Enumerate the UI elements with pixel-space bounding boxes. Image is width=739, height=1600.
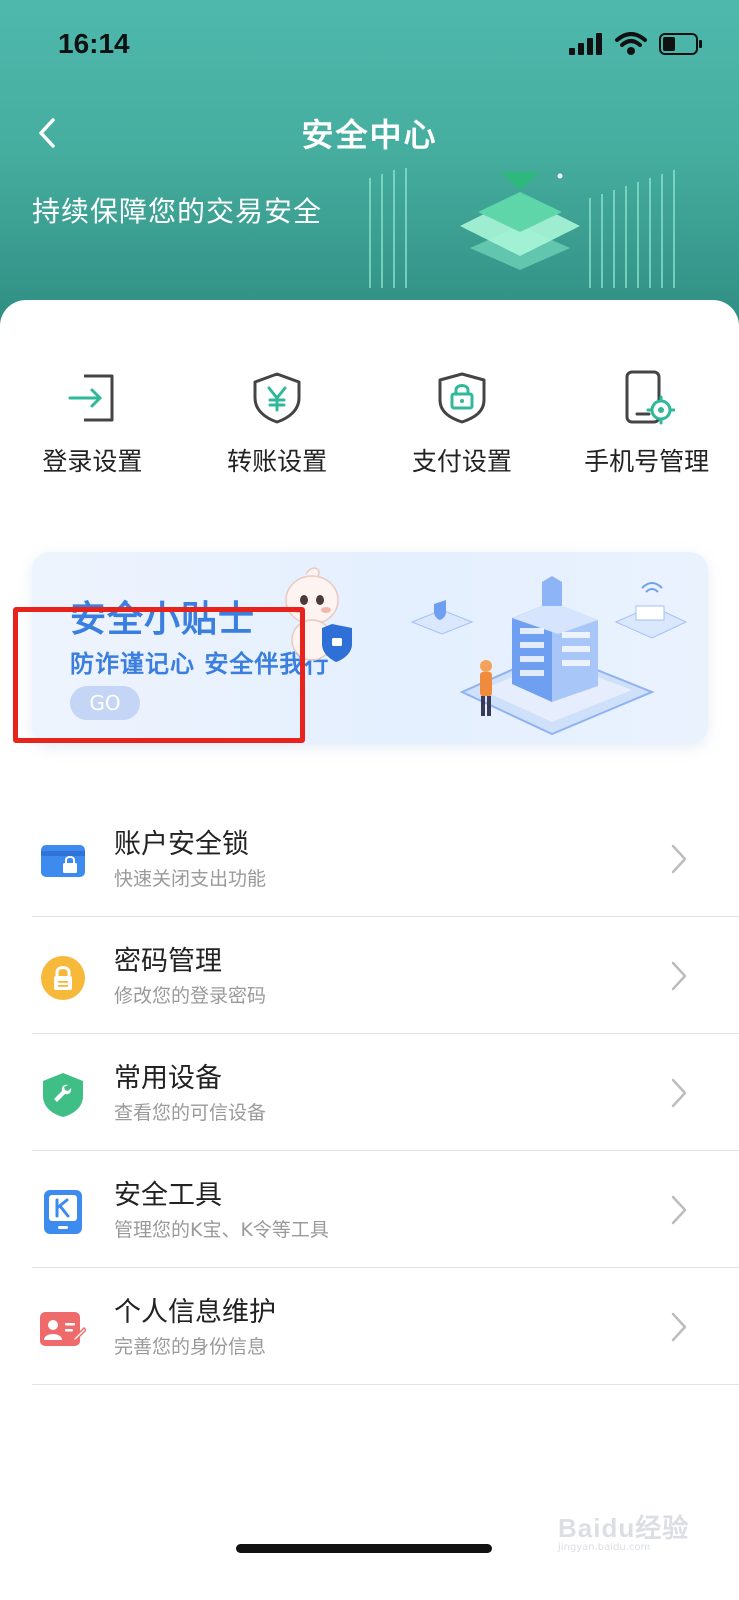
phone-gear-icon [617,368,677,428]
content-card: 登录设置 转账设置 支付设置 手机号管理 安全小贴士 防诈谨记心 安全伴我行 G… [0,300,739,1600]
divider [32,1384,739,1385]
menu-item-title: 密码管理 [114,946,222,977]
banner-subtitle: 持续保障您的交易安全 [32,195,323,228]
security-layers-illustration [369,168,675,288]
nav-bar: 安全中心 [0,94,739,174]
menu-item-desc: 修改您的登录密码 [114,985,267,1007]
menu-item-desc: 完善您的身份信息 [114,1336,267,1358]
k-token-icon [40,1189,86,1235]
menu-item-title: 账户安全锁 [114,829,249,860]
menu-item-password-management[interactable]: 密码管理 修改您的登录密码 [0,917,739,1034]
menu-item-desc: 管理您的K宝、K令等工具 [114,1219,329,1241]
security-tips-banner[interactable]: 安全小贴士 防诈谨记心 安全伴我行 GO [32,552,708,744]
chevron-right-icon [671,1195,687,1225]
id-card-icon [40,1306,86,1352]
menu-item-desc: 查看您的可信设备 [114,1102,267,1124]
quick-label: 支付设置 [411,447,512,476]
menu-item-title: 常用设备 [114,1063,222,1094]
lock-shield-icon [432,368,492,428]
chevron-right-icon [671,1078,687,1108]
tips-title: 安全小贴士 [70,599,256,640]
page-title: 安全中心 [301,116,438,154]
mascot-illustration [285,567,352,662]
quick-label: 转账设置 [227,447,328,476]
go-button[interactable]: GO [70,686,140,720]
card-lock-icon [40,838,86,884]
chevron-right-icon [671,1312,687,1342]
quick-transfer-settings[interactable]: 转账设置 [185,368,370,488]
wifi-icon [615,32,647,55]
wrench-shield-icon [40,1072,86,1118]
chevron-right-icon [671,844,687,874]
header-background: 16:14 安全中心 持续保障您的交易安全 [0,0,739,330]
quick-label: 手机号管理 [584,447,710,476]
watermark-site: jingyan.baidu.com [558,1542,651,1553]
menu-item-title: 个人信息维护 [114,1297,276,1328]
quick-login-settings[interactable]: 登录设置 [0,368,185,488]
data-center-illustration [410,576,688,736]
status-icons [569,32,703,56]
security-menu-list: 账户安全锁 快速关闭支出功能 密码管理 修改您的登录密码 常用设备 查看您的可信… [0,800,739,1385]
quick-phone-management[interactable]: 手机号管理 [554,368,739,488]
quick-actions: 登录设置 转账设置 支付设置 手机号管理 [0,368,739,488]
battery-icon [659,33,702,55]
menu-item-desc: 快速关闭支出功能 [114,868,267,890]
status-bar: 16:14 [0,0,739,94]
quick-label: 登录设置 [42,447,143,476]
padlock-icon [40,955,86,1001]
chevron-right-icon [671,961,687,991]
signal-icon [569,33,602,55]
status-time: 16:14 [58,28,130,59]
baidu-watermark: Baidu经验 jingyan.baidu.com [552,1500,722,1556]
menu-item-title: 安全工具 [114,1180,222,1211]
menu-item-personal-info[interactable]: 个人信息维护 完善您的身份信息 [0,1268,739,1385]
menu-item-account-lock[interactable]: 账户安全锁 快速关闭支出功能 [0,800,739,917]
menu-item-security-tools[interactable]: 安全工具 管理您的K宝、K令等工具 [0,1151,739,1268]
login-icon [62,368,122,428]
quick-payment-settings[interactable]: 支付设置 [370,368,555,488]
menu-item-trusted-devices[interactable]: 常用设备 查看您的可信设备 [0,1034,739,1151]
watermark-brand: Baidu经验 [558,1513,690,1543]
yuan-shield-icon [247,368,307,428]
home-indicator[interactable] [236,1544,492,1553]
